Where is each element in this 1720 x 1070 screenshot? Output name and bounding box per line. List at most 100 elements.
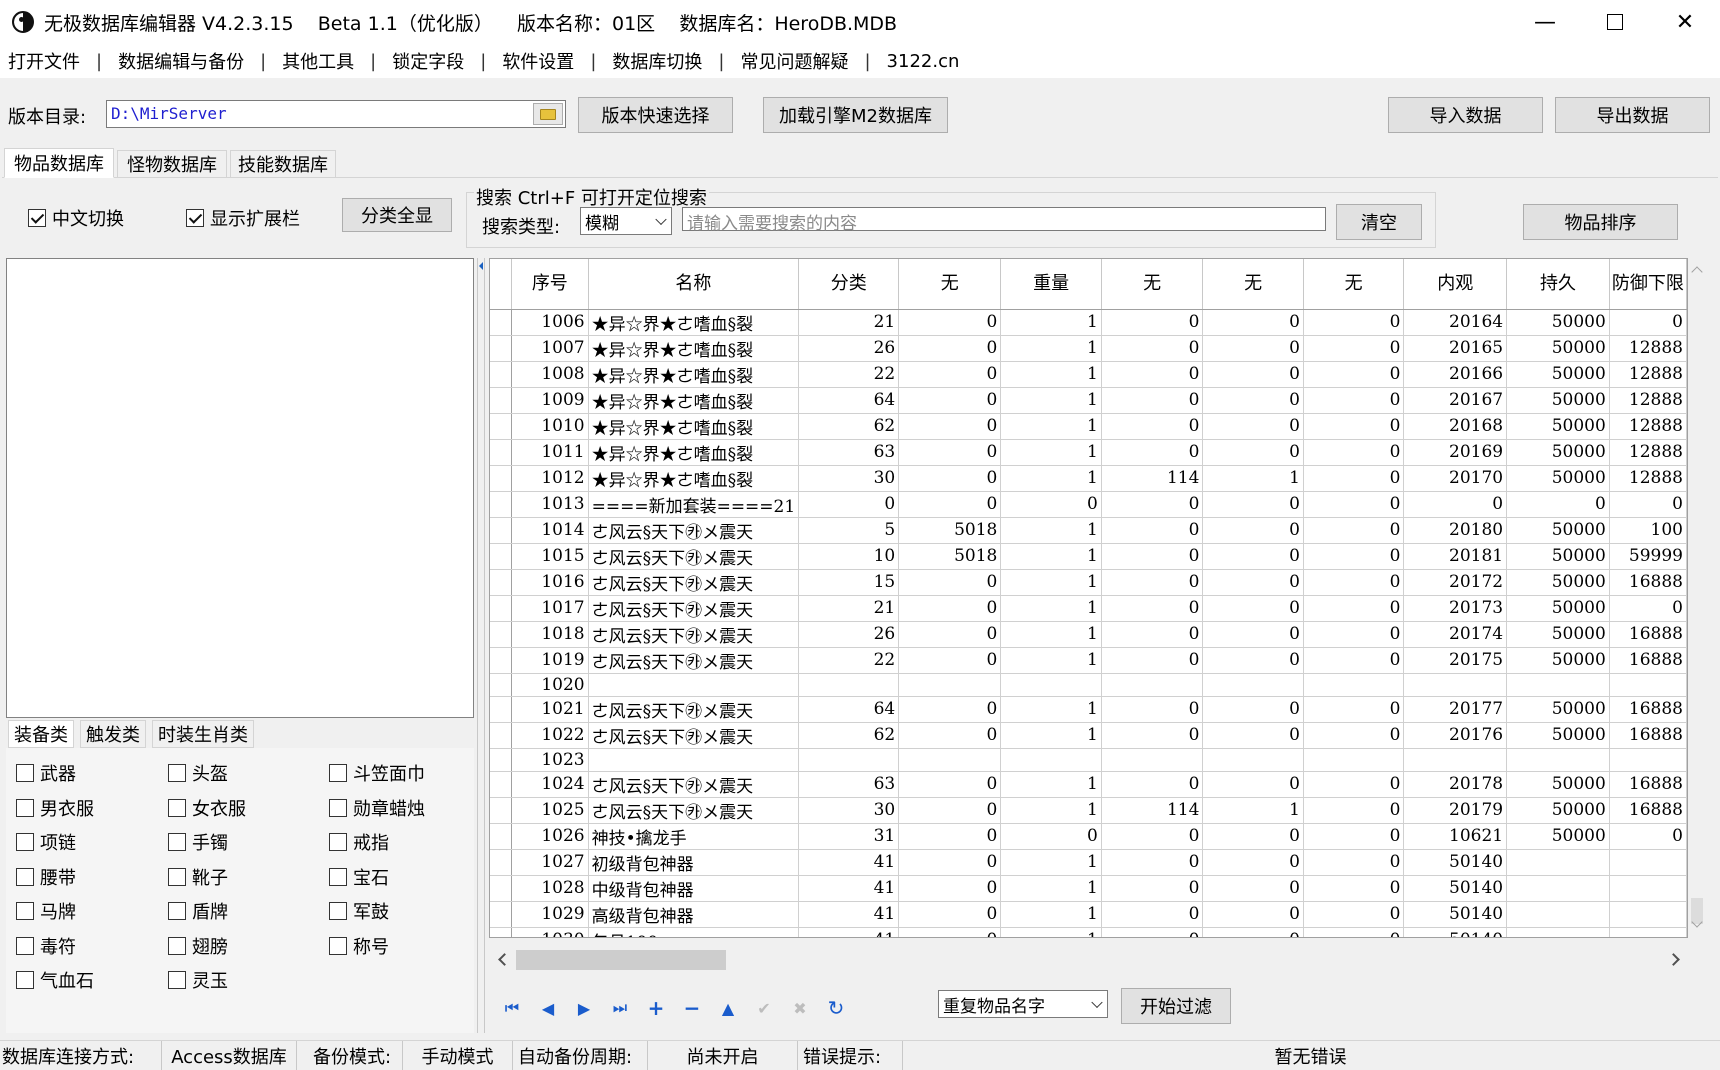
table-cell[interactable]: 0: [1202, 771, 1304, 798]
table-cell[interactable]: 0: [1101, 439, 1204, 466]
name-cell[interactable]: 初级背包神器: [588, 849, 800, 876]
id-cell[interactable]: 1011: [511, 439, 589, 466]
table-cell[interactable]: 0: [1202, 309, 1304, 336]
table-cell[interactable]: 12888: [1609, 387, 1687, 414]
table-cell[interactable]: 22: [798, 361, 900, 388]
table-cell[interactable]: 1: [1000, 927, 1102, 937]
table-cell[interactable]: 64: [798, 696, 900, 723]
table-cell[interactable]: 1: [1000, 647, 1102, 674]
column-header[interactable]: 防御下限: [1609, 259, 1687, 310]
table-cell[interactable]: 0: [1403, 491, 1508, 518]
row-indicator[interactable]: [490, 647, 513, 674]
row-indicator[interactable]: [490, 439, 513, 466]
table-cell[interactable]: 0: [1000, 823, 1102, 850]
table-cell[interactable]: 1: [1000, 413, 1102, 440]
browse-folder-button[interactable]: [533, 103, 563, 125]
table-row[interactable]: 1025 ㄜ风云§天下㉸メ震天 30 0 1 114 1 0 20179 50000 16888: [490, 797, 1687, 824]
table-cell[interactable]: 0: [898, 569, 1002, 596]
id-cell[interactable]: 1027: [511, 849, 589, 876]
table-cell[interactable]: 0: [1101, 849, 1204, 876]
id-cell[interactable]: 1028: [511, 875, 589, 902]
menu-lock-fields[interactable]: 锁定字段: [392, 48, 464, 74]
category-blood-stone[interactable]: 气血石: [16, 967, 94, 993]
table-cell[interactable]: 0: [1202, 413, 1304, 440]
table-cell[interactable]: 0: [1101, 647, 1204, 674]
table-cell[interactable]: 62: [798, 413, 900, 440]
table-cell[interactable]: 0: [1101, 517, 1204, 544]
name-cell[interactable]: ㄜ风云§天下㉸メ震天: [588, 722, 800, 749]
table-cell[interactable]: 21: [798, 595, 900, 622]
table-cell[interactable]: 0: [1101, 491, 1204, 518]
table-cell[interactable]: 63: [798, 439, 900, 466]
id-cell[interactable]: 1019: [511, 647, 589, 674]
table-cell[interactable]: 20178: [1403, 771, 1508, 798]
table-row[interactable]: 1023: [490, 748, 1687, 772]
table-cell[interactable]: 0: [1101, 309, 1204, 336]
table-cell[interactable]: 100: [1609, 517, 1687, 544]
table-cell[interactable]: 50140: [1403, 849, 1508, 876]
table-row[interactable]: 1008 ★异☆界★ㄜ嗜血§裂 22 0 1 0 0 0 20166 50000 12888: [490, 361, 1687, 388]
table-cell[interactable]: 64: [798, 387, 900, 414]
id-cell[interactable]: 1015: [511, 543, 589, 570]
table-cell[interactable]: [1101, 748, 1204, 772]
table-cell[interactable]: 0: [1202, 849, 1304, 876]
name-cell[interactable]: ★异☆界★ㄜ嗜血§裂: [588, 387, 800, 414]
table-cell[interactable]: 0: [1202, 621, 1304, 648]
column-header[interactable]: 无: [1303, 259, 1405, 310]
table-cell[interactable]: [1506, 849, 1610, 876]
id-cell[interactable]: 1006: [511, 309, 589, 336]
table-cell[interactable]: 20167: [1403, 387, 1508, 414]
post-edit-button[interactable]: ✔: [746, 993, 782, 1023]
table-cell[interactable]: 1: [1000, 771, 1102, 798]
table-cell[interactable]: [1506, 901, 1610, 928]
category-shield[interactable]: 盾牌: [168, 898, 228, 924]
table-cell[interactable]: 1: [1000, 543, 1102, 570]
table-cell[interactable]: 12888: [1609, 439, 1687, 466]
table-cell[interactable]: 0: [1303, 465, 1405, 492]
table-cell[interactable]: 50000: [1506, 722, 1610, 749]
table-cell[interactable]: 0: [1303, 517, 1405, 544]
category-weapon[interactable]: 武器: [16, 760, 76, 786]
row-indicator[interactable]: [490, 465, 513, 492]
table-cell[interactable]: 0: [898, 901, 1002, 928]
name-cell[interactable]: 高级背包神器: [588, 901, 800, 928]
id-cell[interactable]: 1013: [511, 491, 589, 518]
category-hat-veil[interactable]: 斗笠面巾: [329, 760, 425, 786]
row-indicator[interactable]: [490, 595, 513, 622]
row-indicator[interactable]: [490, 309, 513, 336]
id-cell[interactable]: 1021: [511, 696, 589, 723]
table-cell[interactable]: 0: [1609, 309, 1687, 336]
scroll-thumb[interactable]: [516, 950, 726, 970]
dir-path-field[interactable]: D:\MirServer: [106, 100, 566, 128]
table-cell[interactable]: 1: [1000, 875, 1102, 902]
table-cell[interactable]: 0: [1303, 569, 1405, 596]
table-cell[interactable]: 0: [1101, 569, 1204, 596]
tab-items-db[interactable]: 物品数据库: [4, 148, 114, 178]
name-cell[interactable]: ㄜ风云§天下㉸メ震天: [588, 771, 800, 798]
show-ext-checkbox[interactable]: 显示扩展栏: [186, 205, 300, 231]
table-cell[interactable]: 0: [1101, 387, 1204, 414]
table-cell[interactable]: 0: [898, 797, 1002, 824]
clear-search-button[interactable]: 清空: [1336, 204, 1422, 240]
table-cell[interactable]: 50000: [1506, 823, 1610, 850]
table-cell[interactable]: 0: [1303, 621, 1405, 648]
table-row[interactable]: 1029 高级背包神器 41 0 1 0 0 0 50140: [490, 901, 1687, 928]
table-cell[interactable]: 50000: [1506, 413, 1610, 440]
table-cell[interactable]: 0: [898, 849, 1002, 876]
name-cell[interactable]: ★异☆界★ㄜ嗜血§裂: [588, 309, 800, 336]
column-header[interactable]: 名称: [588, 259, 800, 310]
table-row[interactable]: 1017 ㄜ风云§天下㉸メ震天 21 0 1 0 0 0 20173 50000 0: [490, 595, 1687, 622]
table-cell[interactable]: 41: [798, 901, 900, 928]
table-cell[interactable]: [1609, 901, 1687, 928]
name-cell[interactable]: 神技•擒龙手: [588, 823, 800, 850]
table-row[interactable]: 1018 ㄜ风云§天下㉸メ震天 26 0 1 0 0 0 20174 50000 16888: [490, 621, 1687, 648]
id-cell[interactable]: 1010: [511, 413, 589, 440]
table-cell[interactable]: 50140: [1403, 875, 1508, 902]
table-cell[interactable]: 1: [1000, 797, 1102, 824]
scroll-left-icon[interactable]: [498, 953, 511, 966]
table-cell[interactable]: 1: [1000, 439, 1102, 466]
table-cell[interactable]: 0: [1609, 823, 1687, 850]
table-cell[interactable]: 1: [1000, 849, 1102, 876]
table-cell[interactable]: 63: [798, 771, 900, 798]
table-row[interactable]: 1022 ㄜ风云§天下㉸メ震天 62 0 1 0 0 0 20176 50000 16888: [490, 722, 1687, 749]
